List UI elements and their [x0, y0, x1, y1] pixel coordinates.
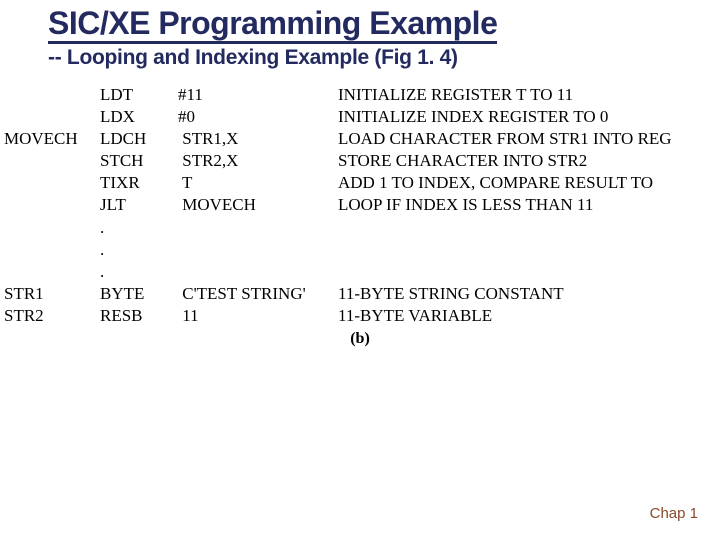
code-operand: [178, 217, 338, 239]
code-operand: #11: [178, 84, 338, 106]
code-comment: [338, 217, 720, 239]
code-comment: LOAD CHARACTER FROM STR1 INTO REG: [338, 128, 720, 150]
code-label: [0, 239, 100, 261]
code-mnemonic: STCH: [100, 150, 178, 172]
code-comment: ADD 1 TO INDEX, COMPARE RESULT TO: [338, 172, 720, 194]
code-label: [0, 194, 100, 216]
code-label: [0, 217, 100, 239]
code-operand: 11: [178, 305, 338, 327]
code-operand: [178, 239, 338, 261]
chapter-footer: Chap 1: [650, 505, 698, 522]
code-comment: INITIALIZE INDEX REGISTER TO 0: [338, 106, 720, 128]
code-operand: STR1,X: [178, 128, 338, 150]
code-label: MOVECH: [0, 128, 100, 150]
code-mnemonic: TIXR: [100, 172, 178, 194]
code-operand: STR2,X: [178, 150, 338, 172]
code-listing: LDT #11 INITIALIZE REGISTER T TO 11 LDX …: [0, 84, 720, 327]
code-row: .: [0, 261, 720, 283]
code-mnemonic: RESB: [100, 305, 178, 327]
code-row: STCH STR2,X STORE CHARACTER INTO STR2: [0, 150, 720, 172]
code-mnemonic: LDCH: [100, 128, 178, 150]
code-label: [0, 172, 100, 194]
code-mnemonic: LDT: [100, 84, 178, 106]
code-row: MOVECH LDCH STR1,X LOAD CHARACTER FROM S…: [0, 128, 720, 150]
code-row: .: [0, 217, 720, 239]
code-label: [0, 106, 100, 128]
code-mnemonic: .: [100, 261, 178, 283]
code-label: STR2: [0, 305, 100, 327]
slide-title: SIC/XE Programming Example: [48, 6, 497, 44]
code-operand: [178, 261, 338, 283]
code-comment: STORE CHARACTER INTO STR2: [338, 150, 720, 172]
code-row: JLT MOVECH LOOP IF INDEX IS LESS THAN 11: [0, 194, 720, 216]
code-row: LDX #0 INITIALIZE INDEX REGISTER TO 0: [0, 106, 720, 128]
code-row: .: [0, 239, 720, 261]
code-mnemonic: JLT: [100, 194, 178, 216]
code-row: STR1 BYTE C'TEST STRING' 11-BYTE STRING …: [0, 283, 720, 305]
code-mnemonic: BYTE: [100, 283, 178, 305]
code-operand: T: [178, 172, 338, 194]
code-row: TIXR T ADD 1 TO INDEX, COMPARE RESULT TO: [0, 172, 720, 194]
code-mnemonic: .: [100, 217, 178, 239]
code-comment: INITIALIZE REGISTER T TO 11: [338, 84, 720, 106]
code-mnemonic: LDX: [100, 106, 178, 128]
code-comment: [338, 239, 720, 261]
code-label: [0, 150, 100, 172]
code-comment: [338, 261, 720, 283]
code-operand: #0: [178, 106, 338, 128]
code-row: LDT #11 INITIALIZE REGISTER T TO 11: [0, 84, 720, 106]
code-operand: C'TEST STRING': [178, 283, 338, 305]
code-row: STR2 RESB 11 11-BYTE VARIABLE: [0, 305, 720, 327]
code-label: STR1: [0, 283, 100, 305]
code-comment: 11-BYTE VARIABLE: [338, 305, 720, 327]
code-label: [0, 84, 100, 106]
code-mnemonic: .: [100, 239, 178, 261]
slide-subtitle: -- Looping and Indexing Example (Fig 1. …: [48, 46, 458, 70]
code-label: [0, 261, 100, 283]
figure-sublabel: (b): [0, 330, 720, 348]
code-comment: 11-BYTE STRING CONSTANT: [338, 283, 720, 305]
code-comment: LOOP IF INDEX IS LESS THAN 11: [338, 194, 720, 216]
code-operand: MOVECH: [178, 194, 338, 216]
